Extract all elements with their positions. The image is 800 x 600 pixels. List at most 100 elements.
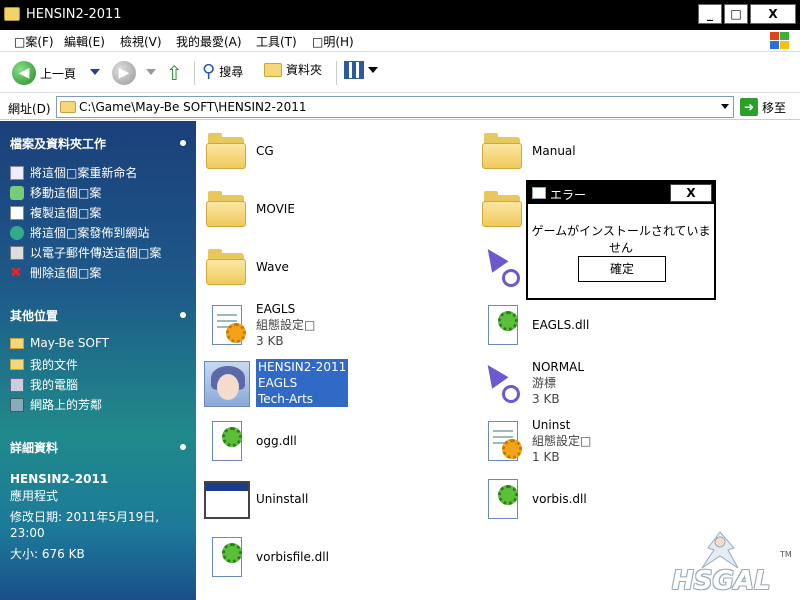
file-item-eagls-config[interactable]: EAGLS 組態設定□ 3 KB: [202, 301, 315, 349]
file-name: MOVIE: [256, 202, 295, 216]
back-button[interactable]: ◀ 上一頁: [12, 61, 76, 85]
dll-file-icon: [478, 301, 526, 349]
file-type: 組態設定□: [256, 318, 316, 332]
details-section-title[interactable]: 詳細資料: [10, 439, 58, 456]
places-section-title[interactable]: 其他位置: [10, 307, 58, 324]
dialog-message: ゲームがインストールされていません: [531, 224, 711, 255]
menu-tools[interactable]: 工具(T): [256, 33, 297, 50]
file-item-vorbis-dll[interactable]: vorbis.dll: [478, 475, 587, 523]
back-label: 上一頁: [40, 66, 77, 81]
task-rename[interactable]: 將這個□案重新命名: [10, 164, 137, 181]
menu-edit[interactable]: 編輯(E): [64, 33, 105, 50]
go-button[interactable]: ➜ 移至: [740, 98, 786, 116]
task-publish[interactable]: 將這個□案發佈到網站: [10, 224, 149, 241]
file-name: NORMAL: [532, 360, 585, 374]
globe-icon: [10, 225, 24, 240]
details-size: 大小: 676 KB: [10, 547, 85, 561]
file-item-manual[interactable]: Manual: [478, 127, 576, 175]
explorer-window: HENSIN2-2011 _ □ X □案(F) 編輯(E) 檢視(V) 我的最…: [0, 0, 800, 600]
task-delete[interactable]: ✖ 刪除這個□案: [10, 264, 101, 281]
chevron-down-icon[interactable]: [721, 104, 729, 109]
file-item-hensin2-exe[interactable]: HENSIN2-2011 EAGLS Tech-Arts: [202, 358, 350, 408]
file-item-wave[interactable]: Wave: [202, 243, 289, 291]
up-folder-icon: ⇧: [166, 61, 183, 85]
dialog-close-button[interactable]: X: [670, 184, 712, 202]
folders-button[interactable]: 資料夾: [264, 61, 322, 78]
address-input[interactable]: C:\Game\May-Be SOFT\HENSIN2-2011: [56, 96, 734, 118]
menu-favorites[interactable]: 我的最愛(A): [176, 33, 242, 50]
dll-file-icon: [478, 475, 526, 523]
ok-button[interactable]: 確定: [578, 256, 666, 282]
window-icon: [532, 187, 546, 199]
file-item-ogg-dll[interactable]: ogg.dll: [202, 417, 297, 465]
forward-button[interactable]: ▶: [112, 61, 136, 85]
task-label: 以電子郵件傳送這個□案: [30, 246, 162, 260]
title-bar[interactable]: HENSIN2-2011 _ □ X: [0, 0, 800, 30]
place-my-computer[interactable]: 我的電腦: [10, 376, 78, 393]
dialog-title-bar[interactable]: エラー X: [528, 182, 714, 204]
task-pane: 檔案及資料夾工作 將這個□案重新命名 移動這個□案 複製這個□案 將這個□案發佈…: [0, 121, 196, 600]
toolbar: ◀ 上一頁 ▶ ⇧ ⚲ 搜尋 資料夾: [0, 53, 800, 93]
file-item-movie[interactable]: MOVIE: [202, 185, 295, 233]
menu-help[interactable]: □明(H): [312, 33, 354, 50]
folder-icon: [478, 127, 526, 175]
go-label: 移至: [762, 100, 787, 115]
place-maybe-soft[interactable]: May-Be SOFT: [10, 336, 109, 350]
go-arrow-icon: ➜: [740, 98, 758, 116]
file-item-normal-cursor[interactable]: NORMAL 游標 3 KB: [478, 359, 584, 407]
config-file-icon: [478, 417, 526, 465]
back-dropdown[interactable]: [90, 69, 100, 75]
dialog-title: エラー: [550, 188, 587, 202]
address-path: C:\Game\May-Be SOFT\HENSIN2-2011: [79, 100, 307, 114]
cursor-file-icon: [478, 243, 526, 291]
views-button[interactable]: [344, 61, 378, 79]
tasks-section-title[interactable]: 檔案及資料夾工作: [10, 135, 106, 152]
file-item-eagls-dll[interactable]: EAGLS.dll: [478, 301, 589, 349]
file-item-cg[interactable]: CG: [202, 127, 274, 175]
views-icon: [344, 61, 364, 79]
collapse-icon[interactable]: [180, 140, 186, 146]
collapse-icon[interactable]: [180, 312, 186, 318]
task-label: 將這個□案重新命名: [30, 166, 138, 180]
task-copy[interactable]: 複製這個□案: [10, 204, 101, 221]
menu-file[interactable]: □案(F): [14, 33, 54, 50]
maximize-button[interactable]: □: [724, 4, 748, 24]
task-email[interactable]: 以電子郵件傳送這個□案: [10, 244, 161, 261]
task-move[interactable]: 移動這個□案: [10, 184, 101, 201]
file-item-cursor-hidden[interactable]: [478, 243, 526, 291]
file-size: 1 KB: [532, 450, 560, 464]
file-item-uninst-config[interactable]: Uninst 組態設定□ 1 KB: [478, 417, 591, 465]
watermark-logo: HSGAL TM: [668, 528, 792, 596]
file-item-vorbisfile-dll[interactable]: vorbisfile.dll: [202, 533, 329, 581]
up-folder-button[interactable]: ⇧: [166, 61, 183, 85]
toolbar-separator: [194, 61, 195, 85]
file-item-uninstall-exe[interactable]: Uninstall: [202, 475, 308, 523]
task-label: 刪除這個□案: [30, 266, 102, 280]
error-dialog: エラー X ゲームがインストールされていません 確定: [526, 180, 716, 300]
search-button[interactable]: ⚲ 搜尋: [202, 61, 243, 82]
folder-icon: [202, 243, 250, 291]
place-label: 我的電腦: [30, 378, 79, 392]
forward-arrow-icon: ▶: [112, 61, 136, 85]
back-arrow-icon: ◀: [12, 61, 36, 85]
email-icon: [10, 245, 24, 260]
file-name: CG: [256, 144, 274, 158]
close-button[interactable]: X: [750, 4, 796, 24]
config-file-icon: [202, 301, 250, 349]
watermark-tm: TM: [780, 550, 792, 559]
place-label: 網路上的芳鄰: [30, 398, 103, 412]
file-name: HENSIN2-2011: [258, 360, 347, 374]
place-network[interactable]: 網路上的芳鄰: [10, 396, 102, 413]
file-size: 3 KB: [532, 392, 560, 406]
folder-icon: [202, 185, 250, 233]
search-label: 搜尋: [219, 65, 244, 79]
place-my-documents[interactable]: 我的文件: [10, 356, 78, 373]
file-description: EAGLS: [258, 376, 298, 390]
file-item-hidden-folder[interactable]: [478, 185, 526, 233]
forward-dropdown[interactable]: [146, 69, 156, 75]
file-company: Tech-Arts: [258, 392, 314, 406]
minimize-button[interactable]: _: [698, 4, 722, 24]
file-name: EAGLS.dll: [532, 318, 590, 332]
menu-view[interactable]: 檢視(V): [120, 33, 162, 50]
collapse-icon[interactable]: [180, 444, 186, 450]
